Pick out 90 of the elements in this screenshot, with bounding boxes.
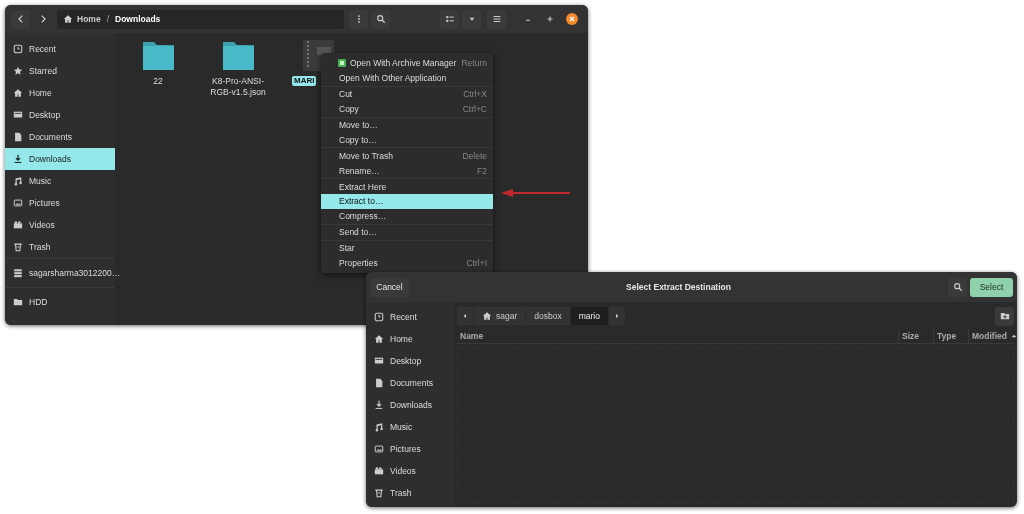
- sort-ascending-icon: [1009, 332, 1017, 340]
- monitor-icon: [374, 356, 384, 366]
- music-note-icon: [13, 176, 23, 186]
- file-name[interactable]: MARI: [292, 76, 317, 86]
- sidebar-item[interactable]: Pictures: [366, 438, 454, 460]
- clock-icon: [13, 44, 23, 54]
- sidebar-item[interactable]: Trash: [366, 482, 454, 504]
- drive-icon: [13, 268, 23, 278]
- star-icon: [13, 66, 23, 76]
- column-header[interactable]: Type: [933, 329, 968, 343]
- menu-item[interactable]: Send to…: [321, 224, 493, 240]
- sidebar-item[interactable]: Starred: [5, 60, 115, 82]
- breadcrumb[interactable]: Home: [63, 14, 101, 24]
- home-icon: [63, 14, 73, 24]
- sidebar-item[interactable]: Music: [366, 416, 454, 438]
- home-icon: [482, 311, 492, 321]
- sidebar-item[interactable]: Videos: [5, 214, 115, 236]
- select-button[interactable]: Select: [970, 277, 1013, 297]
- file-name[interactable]: K8-Pro-ANSI-RGB-v1.5.json: [206, 76, 270, 98]
- column-header[interactable]: Name: [457, 329, 898, 343]
- picture-icon: [374, 444, 384, 454]
- clock-icon: [374, 312, 384, 322]
- menu-item[interactable]: Open With Other Application: [321, 70, 493, 86]
- sidebar-item[interactable]: Recent: [5, 38, 115, 60]
- menu-item[interactable]: Cut Ctrl+X: [321, 86, 493, 102]
- sidebar-item[interactable]: Home: [366, 328, 454, 350]
- camera-icon: [374, 466, 384, 476]
- menu-item[interactable]: Compress…: [321, 208, 493, 224]
- menu-item[interactable]: Open With Archive Manager Return: [321, 56, 493, 71]
- home-icon: [13, 88, 23, 98]
- home-icon: [374, 334, 384, 344]
- new-folder-button[interactable]: [995, 306, 1014, 326]
- menu-item[interactable]: Move to…: [321, 117, 493, 133]
- menu-item[interactable]: Move to Trash Delete: [321, 148, 493, 164]
- sidebar-item[interactable]: Music: [5, 170, 115, 192]
- sidebar-item[interactable]: Desktop: [366, 350, 454, 372]
- folder-icon: [13, 297, 23, 307]
- document-icon: [374, 378, 384, 388]
- trash-icon: [374, 488, 384, 498]
- menu-item[interactable]: Copy Ctrl+C: [321, 101, 493, 117]
- menu-icon: [491, 14, 502, 24]
- menu-item[interactable]: Extract Here: [321, 179, 493, 194]
- new-folder-icon: [999, 311, 1010, 321]
- picture-icon: [13, 198, 23, 208]
- search-button[interactable]: [371, 9, 390, 29]
- column-header[interactable]: Modified: [968, 329, 1014, 343]
- pointer-arrow: [500, 188, 572, 198]
- sidebar-item[interactable]: Downloads: [5, 148, 115, 170]
- list-view-icon: [444, 14, 455, 24]
- file-name[interactable]: 22: [151, 76, 165, 87]
- more-button[interactable]: [349, 9, 368, 29]
- sidebar-item[interactable]: Desktop: [5, 104, 115, 126]
- search-button[interactable]: [948, 277, 967, 297]
- sidebar-item[interactable]: Documents: [366, 372, 454, 394]
- sidebar-item[interactable]: Videos: [366, 460, 454, 482]
- back-button[interactable]: [11, 9, 30, 29]
- caret-left-icon: [461, 312, 469, 320]
- folder-icon[interactable]: [221, 39, 255, 72]
- close-icon: [566, 13, 578, 25]
- music-note-icon: [374, 422, 384, 432]
- search-icon: [375, 14, 386, 24]
- camera-icon: [13, 220, 23, 230]
- sidebar-item[interactable]: Recent: [366, 306, 454, 328]
- sidebar-item[interactable]: Documents: [5, 126, 115, 148]
- path-segment[interactable]: mario: [569, 307, 608, 325]
- breadcrumb[interactable]: Downloads: [115, 14, 161, 24]
- menu-item[interactable]: Extract to…: [321, 194, 493, 209]
- folder-icon[interactable]: [141, 39, 175, 72]
- menu-item[interactable]: Copy to…: [321, 132, 493, 148]
- download-icon: [13, 154, 23, 164]
- search-icon: [952, 282, 963, 292]
- path-separator: /: [106, 14, 109, 24]
- menu-item[interactable]: Rename… F2: [321, 163, 493, 179]
- cancel-button[interactable]: Cancel: [370, 277, 409, 297]
- column-header[interactable]: Size: [898, 329, 933, 343]
- document-icon: [13, 132, 23, 142]
- trash-icon: [13, 242, 23, 252]
- sidebar-item[interactable]: Downloads: [366, 394, 454, 416]
- menu-item[interactable]: Properties Ctrl+I: [321, 255, 493, 271]
- sidebar-item[interactable]: Pictures: [5, 192, 115, 214]
- menu-button[interactable]: [487, 9, 506, 29]
- menu-item[interactable]: Star: [321, 240, 493, 256]
- list-view-button[interactable]: [440, 9, 459, 29]
- dialog-title: Select Extract Destination: [625, 282, 732, 292]
- download-icon: [374, 400, 384, 410]
- sidebar-item[interactable]: Home: [5, 82, 115, 104]
- sidebar-item[interactable]: Trash: [5, 236, 115, 258]
- archive-icon: [338, 59, 346, 68]
- sidebar-item[interactable]: HDD: [5, 291, 115, 313]
- monitor-icon: [13, 110, 23, 120]
